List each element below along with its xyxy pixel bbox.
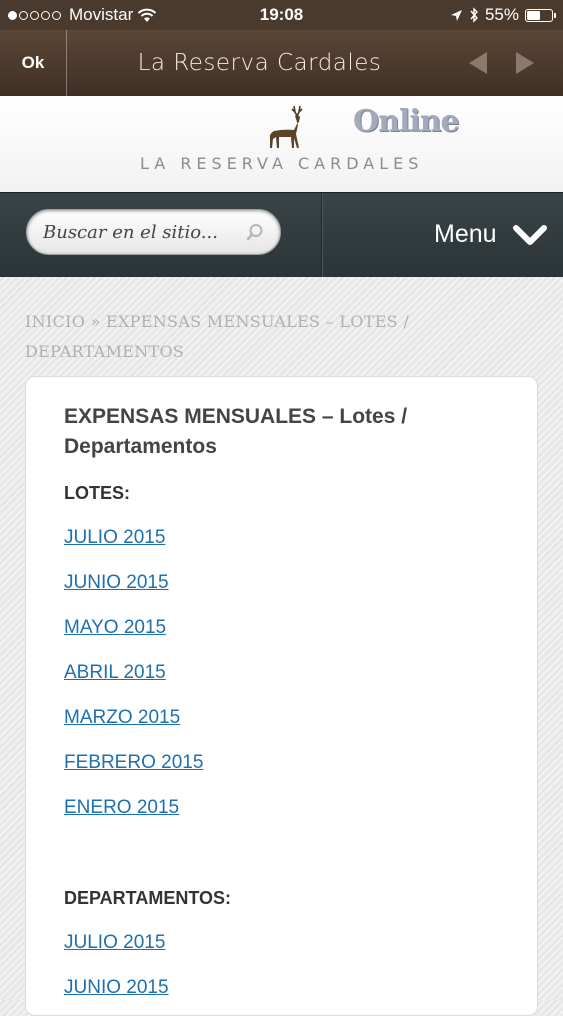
search-box[interactable] <box>26 209 281 255</box>
navigation-bar: Menu <box>0 192 563 277</box>
breadcrumb-separator: » <box>90 312 101 331</box>
lotes-link-mayo-2015[interactable]: MAYO 2015 <box>64 617 166 639</box>
departamentos-link-julio-2015[interactable]: JULIO 2015 <box>64 932 165 954</box>
ok-button[interactable]: Ok <box>0 30 67 96</box>
bluetooth-icon <box>470 7 478 23</box>
location-arrow-icon <box>450 9 462 21</box>
arrow-right-icon[interactable] <box>510 49 538 77</box>
menu-button[interactable]: Menu <box>321 193 563 277</box>
browser-title-bar: Ok La Reserva Cardales <box>0 30 563 96</box>
departamentos-link-junio-2015[interactable]: JUNIO 2015 <box>64 977 169 999</box>
lotes-link-julio-2015[interactable]: JULIO 2015 <box>64 527 165 549</box>
search-input[interactable] <box>43 219 233 245</box>
chevron-down-icon <box>513 225 547 245</box>
lotes-link-abril-2015[interactable]: ABRIL 2015 <box>64 662 166 684</box>
content-card: EXPENSAS MENSUALES – Lotes / Departament… <box>25 376 538 1016</box>
lotes-link-febrero-2015[interactable]: FEBRERO 2015 <box>64 752 203 774</box>
article-title: EXPENSAS MENSUALES – Lotes / Departament… <box>64 405 408 458</box>
lotes-heading: LOTES: <box>64 483 130 503</box>
page-title: La Reserva Cardales <box>137 50 382 76</box>
logo-brand-text: LA RESERVA CARDALES <box>140 154 424 173</box>
menu-label: Menu <box>434 220 497 248</box>
lotes-link-marzo-2015[interactable]: MARZO 2015 <box>64 707 180 729</box>
departamentos-heading: DEPARTAMENTOS: <box>64 888 232 908</box>
battery-icon <box>525 8 556 22</box>
search-icon[interactable] <box>246 223 264 241</box>
lotes-link-enero-2015[interactable]: ENERO 2015 <box>64 797 179 819</box>
arrow-left-icon[interactable] <box>465 49 493 77</box>
breadcrumb-home-link[interactable]: INICIO <box>25 312 85 331</box>
site-logo-header[interactable]: Online LA RESERVA CARDALES <box>0 96 563 192</box>
logo-online-text: Online <box>353 104 460 139</box>
lotes-link-junio-2015[interactable]: JUNIO 2015 <box>64 572 169 594</box>
breadcrumb: INICIO » EXPENSAS MENSUALES – LOTES / DE… <box>25 307 535 367</box>
status-bar: Movistar 19:08 55% <box>0 0 563 30</box>
battery-percent: 55% <box>484 5 519 24</box>
deer-logo-icon <box>269 105 303 148</box>
